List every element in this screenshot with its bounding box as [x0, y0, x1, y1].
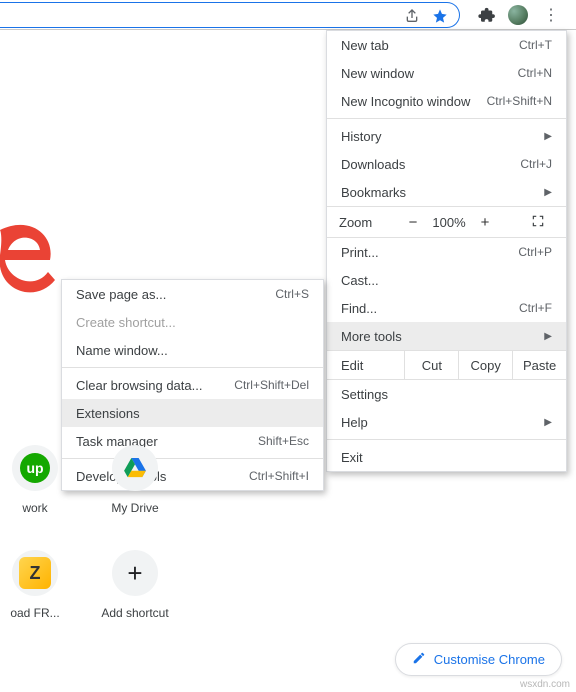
menu-find[interactable]: Find...Ctrl+F — [327, 294, 566, 322]
omnibox[interactable] — [0, 2, 460, 28]
menu-new-window[interactable]: New windowCtrl+N — [327, 59, 566, 87]
z-icon: Z — [19, 557, 51, 589]
menu-cast[interactable]: Cast... — [327, 266, 566, 294]
bookmark-star-icon[interactable] — [431, 7, 449, 25]
upwork-icon: up — [20, 453, 50, 483]
menu-bookmarks[interactable]: Bookmarks▶ — [327, 178, 566, 206]
zoom-percent: 100% — [427, 215, 471, 230]
sub-name-window[interactable]: Name window... — [62, 336, 323, 364]
separator — [327, 118, 566, 119]
menu-history[interactable]: History▶ — [327, 122, 566, 150]
edit-label: Edit — [327, 351, 405, 379]
separator — [327, 439, 566, 440]
paste-button[interactable]: Paste — [513, 351, 566, 379]
tile-upwork[interactable]: up work — [0, 445, 70, 515]
chrome-main-menu: New tabCtrl+T New windowCtrl+N New Incog… — [326, 30, 567, 472]
customise-label: Customise Chrome — [434, 652, 545, 667]
menu-kebab-icon[interactable]: ⋮ — [542, 5, 560, 25]
extensions-puzzle-icon[interactable] — [478, 6, 496, 27]
zoom-out-button[interactable]: − — [399, 214, 427, 231]
separator — [62, 367, 323, 368]
menu-settings[interactable]: Settings — [327, 380, 566, 408]
menu-downloads[interactable]: DownloadsCtrl+J — [327, 150, 566, 178]
chevron-right-icon: ▶ — [544, 417, 552, 428]
zoom-in-button[interactable]: + — [471, 214, 499, 231]
google-logo-fragment — [0, 210, 40, 310]
menu-help[interactable]: Help▶ — [327, 408, 566, 436]
share-icon[interactable] — [403, 7, 421, 25]
profile-avatar[interactable] — [508, 5, 528, 25]
plus-icon: + — [112, 550, 158, 596]
sub-create-shortcut[interactable]: Create shortcut... — [62, 308, 323, 336]
tile-zoad[interactable]: Z oad FR... — [0, 550, 70, 620]
chevron-right-icon: ▶ — [544, 331, 552, 342]
zoom-label: Zoom — [339, 215, 399, 230]
pencil-icon — [412, 651, 426, 668]
sub-save-page[interactable]: Save page as...Ctrl+S — [62, 280, 323, 308]
menu-zoom-row: Zoom − 100% + — [327, 206, 566, 238]
menu-more-tools[interactable]: More tools▶ — [327, 322, 566, 350]
menu-print[interactable]: Print...Ctrl+P — [327, 238, 566, 266]
tile-add-shortcut[interactable]: + Add shortcut — [100, 550, 170, 620]
cut-button[interactable]: Cut — [405, 351, 459, 379]
sub-extensions[interactable]: Extensions — [62, 399, 323, 427]
chevron-right-icon: ▶ — [544, 187, 552, 198]
menu-exit[interactable]: Exit — [327, 443, 566, 471]
fullscreen-icon[interactable] — [522, 214, 554, 231]
menu-edit-row: Edit Cut Copy Paste — [327, 350, 566, 380]
tile-mydrive[interactable]: My Drive — [100, 445, 170, 515]
menu-new-tab[interactable]: New tabCtrl+T — [327, 31, 566, 59]
menu-new-incognito[interactable]: New Incognito windowCtrl+Shift+N — [327, 87, 566, 115]
chevron-right-icon: ▶ — [544, 131, 552, 142]
sub-clear-data[interactable]: Clear browsing data...Ctrl+Shift+Del — [62, 371, 323, 399]
browser-toolbar: ⋮ — [0, 0, 576, 30]
watermark: wsxdn.com — [520, 679, 570, 690]
drive-icon — [112, 445, 158, 491]
customise-chrome-button[interactable]: Customise Chrome — [395, 643, 562, 676]
copy-button[interactable]: Copy — [459, 351, 513, 379]
